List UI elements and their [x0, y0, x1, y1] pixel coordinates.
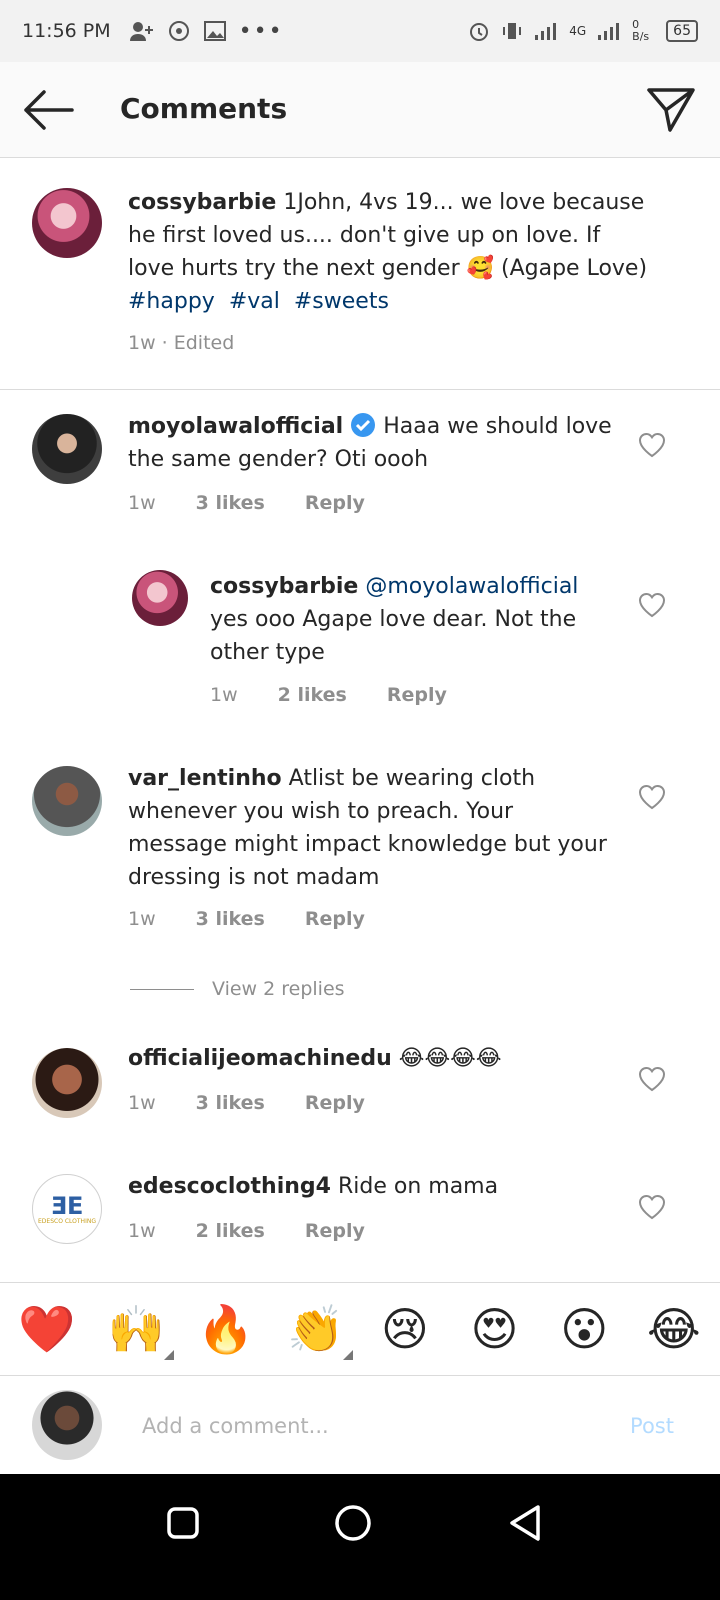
caption-meta: 1w · Edited — [128, 332, 235, 354]
comments-header: Comments — [0, 62, 720, 158]
comment-username[interactable]: moyolawalofficial — [128, 414, 343, 439]
comment-likes[interactable]: 3 likes — [196, 908, 265, 930]
post-button[interactable]: Post — [630, 1414, 674, 1438]
system-nav-bar — [0, 1474, 720, 1600]
alarm-icon — [470, 23, 489, 41]
comment-text: cossybarbie @moyolawalofficial yes ooo A… — [210, 570, 610, 669]
comment-text: moyolawalofficial Haaa we should love th… — [128, 410, 618, 476]
view-replies-button[interactable]: View 2 replies — [130, 978, 345, 1000]
recent-apps-icon[interactable] — [166, 1506, 200, 1540]
comment-text: edescoclothing4 Ride on mama — [128, 1170, 618, 1203]
emoji-fire-button[interactable]: 🔥 — [197, 1304, 254, 1354]
hashtag[interactable]: #sweets — [294, 289, 389, 314]
signal-icon — [535, 23, 557, 40]
more-notifications-icon: ••• — [238, 18, 284, 44]
edesco-logo-icon: ƎE — [50, 1191, 84, 1220]
post-caption: cossybarbie 1John, 4vs 19... we love bec… — [0, 158, 720, 390]
home-icon[interactable] — [334, 1504, 372, 1542]
skin-tone-indicator — [163, 1350, 174, 1360]
quick-emoji-bar: ❤️ 🙌 🔥 👏 😢 😍 😮 😂 — [0, 1282, 720, 1376]
current-user-avatar — [32, 1390, 102, 1460]
verified-badge-icon — [351, 413, 376, 437]
emoji-crying-button[interactable]: 😢 — [377, 1304, 433, 1354]
avatar[interactable] — [32, 414, 102, 484]
vibrate-icon — [503, 23, 522, 39]
avatar[interactable]: ƎE EDESCO CLOTHING — [32, 1174, 102, 1244]
status-bar: 11:56 PM ••• 4G 0 B/s 65 — [0, 0, 720, 62]
comment-text: var_lentinho Atlist be wearing cloth whe… — [128, 762, 618, 894]
hashtag[interactable]: #val — [229, 289, 280, 314]
emoji-laughing-button[interactable]: 😂 — [646, 1304, 702, 1354]
avatar[interactable] — [132, 570, 188, 626]
comment-time: 1w — [128, 908, 156, 930]
comment-time: 1w — [128, 1220, 156, 1242]
avatar[interactable] — [32, 1048, 102, 1118]
comment-username[interactable]: edescoclothing4 — [128, 1174, 331, 1199]
like-heart-icon[interactable] — [638, 432, 666, 458]
comment-meta: 1w 3 likes Reply — [128, 492, 365, 514]
comment-time: 1w — [128, 1092, 156, 1114]
comment-body: Ride on mama — [330, 1174, 499, 1199]
reply-button[interactable]: Reply — [387, 684, 447, 706]
comment-body: yes ooo Agape love dear. Not the other t… — [210, 607, 577, 665]
caption-text: cossybarbie 1John, 4vs 19... we love bec… — [128, 186, 648, 318]
comment-username[interactable]: var_lentinho — [128, 766, 282, 791]
battery-indicator: 65 — [666, 20, 698, 42]
comment-composer: Post — [0, 1376, 720, 1474]
emoji-clap-button[interactable]: 👏 — [287, 1304, 354, 1360]
like-heart-icon[interactable] — [638, 784, 666, 810]
reply-button[interactable]: Reply — [305, 1220, 365, 1242]
like-heart-icon[interactable] — [638, 1066, 666, 1092]
comment-username[interactable]: officialijeomachinedu — [128, 1046, 392, 1071]
comment-username[interactable]: cossybarbie — [210, 574, 358, 599]
gallery-icon — [203, 21, 226, 41]
comment-likes[interactable]: 3 likes — [196, 492, 265, 514]
reply-button[interactable]: Reply — [305, 908, 365, 930]
divider — [130, 988, 194, 990]
add-person-icon — [129, 22, 153, 41]
comment-meta: 1w 3 likes Reply — [128, 908, 365, 930]
comment-text: officialijeomachinedu 😂😂😂😂 — [128, 1042, 618, 1075]
app-notification-icon — [168, 21, 189, 41]
emoji-raised-hands-button[interactable]: 🙌 — [108, 1304, 174, 1360]
like-heart-icon[interactable] — [638, 592, 666, 618]
back-arrow-icon[interactable] — [22, 90, 74, 130]
comment-likes[interactable]: 2 likes — [196, 1220, 265, 1242]
comment-meta: 1w 2 likes Reply — [210, 684, 447, 706]
caption-username[interactable]: cossybarbie — [128, 190, 276, 215]
data-rate: 0 B/s — [632, 18, 650, 43]
comment-body: 😂😂😂😂 — [391, 1046, 502, 1071]
hashtag[interactable]: #happy — [128, 289, 215, 314]
comment-time: 1w — [128, 492, 156, 514]
direct-send-icon[interactable] — [646, 86, 696, 134]
status-time: 11:56 PM — [22, 20, 111, 42]
view-replies-label: View 2 replies — [212, 978, 345, 1000]
emoji-heart-button[interactable]: ❤️ — [18, 1304, 75, 1354]
reply-button[interactable]: Reply — [305, 492, 365, 514]
emoji-heart-eyes-button[interactable]: 😍 — [467, 1304, 523, 1354]
page-title: Comments — [120, 92, 288, 125]
emoji-surprised-button[interactable]: 😮 — [556, 1304, 612, 1354]
avatar[interactable] — [32, 766, 102, 836]
comment-meta: 1w 3 likes Reply — [128, 1092, 365, 1114]
comment-input[interactable] — [142, 1408, 602, 1444]
mention-link[interactable]: @moyolawalofficial — [358, 574, 578, 599]
comment-time: 1w — [210, 684, 238, 706]
skin-tone-indicator — [343, 1350, 354, 1360]
back-icon[interactable] — [508, 1504, 542, 1542]
like-heart-icon[interactable] — [638, 1194, 666, 1220]
reply-button[interactable]: Reply — [305, 1092, 365, 1114]
network-type: 4G — [569, 24, 587, 38]
logo-text: EDESCO CLOTHING — [38, 1217, 96, 1225]
signal-icon-2 — [598, 23, 620, 40]
comment-likes[interactable]: 2 likes — [278, 684, 347, 706]
avatar[interactable] — [32, 188, 102, 258]
comment-likes[interactable]: 3 likes — [196, 1092, 265, 1114]
comment-meta: 1w 2 likes Reply — [128, 1220, 365, 1242]
